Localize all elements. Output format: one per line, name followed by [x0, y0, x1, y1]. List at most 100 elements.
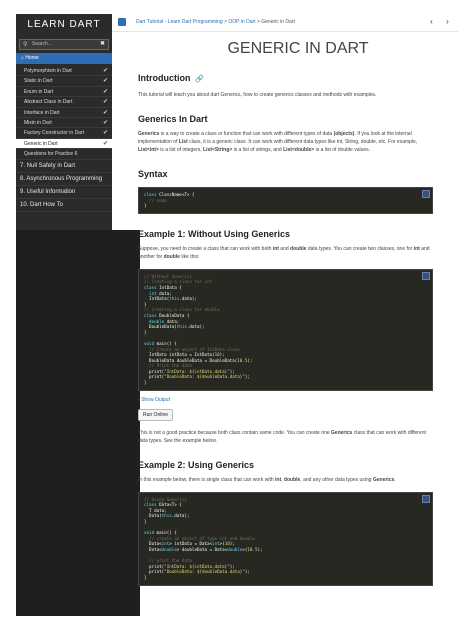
code-block-example2[interactable]: // Using Generics class Data<T> { T data…: [138, 491, 433, 586]
ex1-text-e: data types. You can create two classes, …: [306, 245, 414, 252]
book-icon[interactable]: [118, 18, 126, 26]
page-title: GENERIC IN DART: [227, 40, 369, 57]
list-int-bold: List<int>: [138, 147, 159, 153]
sidebar-chapter-null-safety[interactable]: 7. Null Safety in Dart: [16, 160, 112, 173]
chevron-left-icon[interactable]: ‹: [426, 17, 437, 28]
run-online-button[interactable]: Run Online: [138, 408, 174, 421]
intro-text: This tutorial will teach you about dart …: [138, 92, 377, 98]
main-content: GENERIC IN DART Introduction 🔗 This tuto…: [138, 32, 433, 586]
sidebar-item-label: Questions for Practice 6: [24, 151, 78, 158]
double-bold: double: [163, 253, 180, 260]
breadcrumb-link-tutorial[interactable]: Dart Tutorial - Learn Dart Programming: [136, 19, 223, 25]
double-bold: double: [290, 245, 307, 252]
show-output-label: Show Output: [141, 396, 170, 403]
sidebar-item-generic[interactable]: Generic in Dart ✔: [16, 138, 112, 150]
link-icon[interactable]: 🔗: [195, 76, 204, 83]
ex1-after-a: This is not a good practice because both…: [138, 429, 331, 436]
sidebar-nav: LEARN DART ⚲ Search... ✖ ⌂ Home Polymorp…: [16, 14, 112, 230]
top-bar: Dart Tutorial - Learn Dart Programming >…: [112, 14, 458, 32]
page: LEARN DART ⚲ Search... ✖ ⌂ Home Polymorp…: [0, 0, 474, 632]
breadcrumb-current: Generic in Dart: [261, 19, 295, 25]
check-icon: ✔: [102, 88, 108, 95]
check-icon: ✔: [102, 109, 108, 116]
sidebar-item-label: Home: [25, 55, 39, 61]
generics-text-b: is a way to create a class or function t…: [159, 131, 334, 137]
example1-after-text: This is not a good practice because both…: [138, 429, 433, 445]
close-icon[interactable]: ✖: [100, 40, 105, 49]
breadcrumb: Dart Tutorial - Learn Dart Programming >…: [136, 19, 295, 25]
double-bold: double: [283, 476, 301, 483]
breadcrumb-link-oop[interactable]: OOP in Dart: [228, 19, 255, 25]
breadcrumb-separator: >: [256, 19, 260, 25]
sidebar-item-polymorphism[interactable]: Polymorphism in Dart ✔: [16, 66, 112, 77]
sidebar-item-mixin[interactable]: Mixin in Dart ✔: [16, 118, 112, 129]
objects-bold: (objects): [333, 131, 355, 137]
list-string-bold: List<String>: [203, 147, 233, 153]
check-icon: ✔: [102, 68, 108, 74]
sidebar-item-factory-constructor[interactable]: Factory Constructor in Dart ✔: [16, 128, 112, 139]
intro-heading: Introduction 🔗: [138, 73, 433, 83]
copy-icon[interactable]: [422, 271, 430, 280]
check-icon: ✔: [102, 130, 108, 137]
check-icon: ✔: [102, 78, 108, 85]
show-output-link[interactable]: › Show Output: [138, 397, 433, 403]
code-block-syntax[interactable]: class ClassName<T> { // code }: [138, 187, 433, 214]
sidebar-item-label: Abstract Class in Dart: [24, 99, 73, 106]
check-icon: ✔: [102, 119, 108, 126]
ex2-text-g: .: [394, 476, 396, 483]
sidebar-item-home[interactable]: ⌂ Home: [16, 53, 112, 64]
syntax-heading: Syntax: [138, 169, 168, 179]
copy-icon[interactable]: [422, 494, 430, 503]
example1-text: Suppose, you need to create a class that…: [138, 245, 433, 261]
generics-text-j: is a list of strings, and: [232, 147, 284, 153]
chevron-right-icon: ›: [138, 396, 140, 403]
generics-text-l: is a list of double values.: [314, 147, 371, 153]
sidebar-chapter-how-to[interactable]: 10. Dart How To: [16, 199, 112, 212]
check-icon: ✔: [102, 140, 108, 147]
sidebar-item-label: Mixin in Dart: [24, 119, 52, 126]
ex2-text-e: , and any other data types using: [300, 476, 373, 483]
search-input[interactable]: ⚲ Search... ✖: [19, 39, 109, 50]
example2-heading: Example 2: Using Generics: [138, 459, 255, 470]
sidebar-item-label: Interface in Dart: [24, 109, 60, 116]
example1-heading: Example 1: Without Using Generics: [138, 228, 290, 239]
sidebar-chapter-async[interactable]: 8. Asynchronous Programming: [16, 173, 112, 186]
sidebar-chapter-useful-info[interactable]: 9. Useful Information: [16, 186, 112, 199]
generics-heading: Generics In Dart: [138, 114, 208, 124]
sidebar-item-label: Generic in Dart: [24, 140, 58, 147]
ex1-text-c: and: [278, 245, 291, 252]
sidebar-item-static[interactable]: Static in Dart ✔: [16, 76, 112, 87]
sidebar-item-abstract-class[interactable]: Abstract Class in Dart ✔: [16, 97, 112, 108]
generics-text: Generics is a way to create a class or f…: [138, 130, 433, 154]
list-bold: List: [178, 139, 188, 145]
ex1-text-i: like this:: [179, 253, 200, 260]
ex1-text-a: Suppose, you need to create a class that…: [138, 245, 273, 252]
breadcrumb-separator: >: [224, 19, 228, 25]
generics-bold: Generics: [330, 429, 353, 436]
sidebar-item-questions-practice-6[interactable]: Questions for Practice 6: [16, 149, 112, 160]
code-block-example1[interactable]: // Without Generics // Creating a class …: [138, 268, 433, 391]
sidebar-item-label: Static in Dart: [24, 78, 53, 85]
generics-bold: Generics: [372, 476, 395, 483]
sidebar-item-enum[interactable]: Enum in Dart ✔: [16, 87, 112, 98]
generics-text-h: is a list of integers,: [158, 147, 204, 153]
sidebar-item-label: Polymorphism in Dart: [24, 68, 72, 74]
copy-icon[interactable]: [422, 190, 430, 198]
search-placeholder: Search...: [32, 41, 53, 47]
sidebar-item-interface[interactable]: Interface in Dart ✔: [16, 108, 112, 118]
intro-heading-text: Introduction: [138, 73, 191, 83]
home-icon: ⌂: [21, 55, 25, 61]
chevron-right-icon[interactable]: ›: [442, 17, 453, 28]
sidebar-overlay: [16, 230, 140, 616]
sidebar-item-label: Factory Constructor in Dart: [24, 130, 85, 137]
sidebar: LEARN DART ⚲ Search... ✖ ⌂ Home Polymorp…: [16, 14, 140, 616]
sidebar-item-label: Enum in Dart: [24, 88, 54, 95]
generics-bold: Generics: [138, 131, 160, 137]
ex2-text-a: In this example below, there is single c…: [138, 476, 276, 483]
check-icon: ✔: [102, 99, 108, 106]
example2-text: In this example below, there is single c…: [138, 476, 433, 484]
search-icon: ⚲: [23, 42, 28, 48]
list-double-bold: List<double>: [283, 147, 315, 153]
brand-title[interactable]: LEARN DART: [16, 14, 112, 36]
generics-text-f: class, it is a generic class. It can wor…: [187, 139, 418, 145]
